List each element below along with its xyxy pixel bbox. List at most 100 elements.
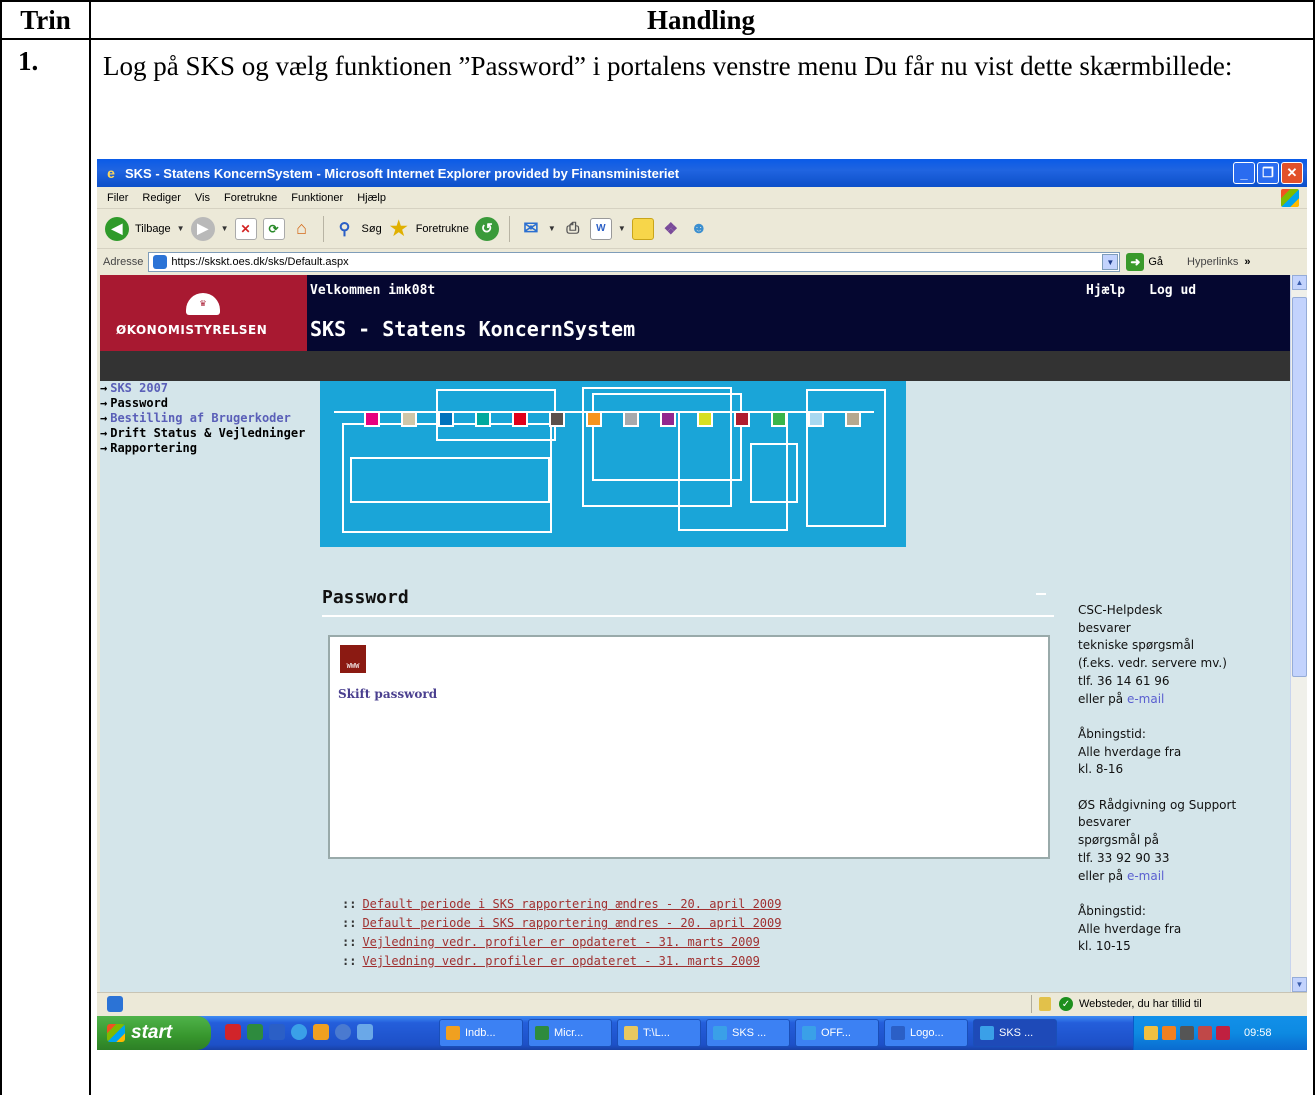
banner-square — [438, 411, 454, 427]
address-value[interactable]: https://skskt.oes.dk/sks/Default.aspx — [171, 256, 348, 268]
excel-icon[interactable] — [247, 1024, 263, 1040]
links-chevron-icon[interactable]: » — [1244, 256, 1250, 268]
csc-email-link[interactable]: e-mail — [1127, 692, 1164, 706]
outlook-tray-icon[interactable] — [1162, 1026, 1176, 1040]
go-arrow-icon[interactable]: ➜ — [1126, 253, 1145, 271]
trusted-zone-icon: ✓ — [1059, 997, 1073, 1011]
favorites-button-label[interactable]: Foretrukne — [416, 223, 469, 235]
news-link[interactable]: Vejledning vedr. profiler er opdateret -… — [362, 935, 759, 949]
nav-item-rapportering[interactable]: Rapportering — [100, 441, 320, 456]
section-divider — [322, 615, 1054, 617]
menu-rediger[interactable]: Rediger — [142, 192, 181, 204]
mail-icon[interactable]: ✉ — [520, 218, 542, 240]
help-link[interactable]: Hjælp — [1086, 283, 1125, 298]
messenger-icon[interactable]: ☻ — [688, 218, 710, 240]
forward-arrow-icon[interactable]: ▶ — [190, 216, 215, 241]
vertical-scrollbar[interactable]: ▲ ▼ — [1290, 275, 1307, 992]
go-button-label[interactable]: Gå — [1148, 256, 1163, 268]
news-link[interactable]: Vejledning vedr. profiler er opdateret -… — [362, 954, 759, 968]
logout-link[interactable]: Log ud — [1149, 283, 1196, 298]
search-icon[interactable]: ⚲ — [334, 218, 356, 240]
banner-square — [364, 411, 380, 427]
os-email-link[interactable]: e-mail — [1127, 869, 1164, 883]
maximize-button[interactable]: ❐ — [1257, 162, 1279, 184]
info-line: Åbningstid: — [1078, 726, 1146, 741]
taskbar-item[interactable]: Micr... — [528, 1019, 612, 1047]
news-marker: :: — [342, 897, 357, 911]
search-button-label[interactable]: Søg — [362, 223, 382, 235]
lock-icon[interactable] — [1039, 997, 1051, 1011]
start-button[interactable]: start — [97, 1016, 211, 1050]
news-marker: :: — [342, 954, 357, 968]
close-button[interactable]: ✕ — [1281, 162, 1303, 184]
mail-dropdown-icon[interactable]: ▼ — [548, 224, 556, 233]
taskbar-item[interactable]: Logo... — [884, 1019, 968, 1047]
folder-icon — [624, 1026, 638, 1040]
links-toolbar-label[interactable]: Hyperlinks — [1187, 256, 1238, 268]
nav-item-drift-status[interactable]: Drift Status & Vejledninger — [100, 426, 320, 441]
history-icon[interactable]: ↺ — [474, 216, 499, 241]
desktop-icon[interactable] — [357, 1024, 373, 1040]
windows-logo-icon — [1281, 189, 1299, 207]
change-password-link[interactable]: Skift password — [338, 687, 437, 701]
logo-text: ØKONOMISTYRELSEN — [116, 323, 268, 337]
mail-tray-icon[interactable] — [1144, 1026, 1158, 1040]
column-header-trin: Trin — [0, 0, 91, 40]
password-www-icon[interactable]: WWW — [340, 645, 366, 673]
address-input[interactable]: https://skskt.oes.dk/sks/Default.aspx ▼ — [148, 252, 1121, 272]
print-icon[interactable]: ⎙ — [562, 218, 584, 240]
news-marker: :: — [342, 935, 357, 949]
collapse-icon[interactable] — [1036, 593, 1046, 595]
minimize-button[interactable]: _ — [1233, 162, 1255, 184]
nav-item-sks-2007[interactable]: SKS 2007 — [100, 381, 320, 396]
forward-dropdown-icon[interactable]: ▼ — [221, 224, 229, 233]
site-header: ♛ ØKONOMISTYRELSEN Velkommen imk08t Hjæl… — [100, 275, 1290, 351]
menu-filer[interactable]: Filer — [107, 192, 128, 204]
scroll-thumb[interactable] — [1292, 297, 1307, 677]
volume-icon[interactable] — [1180, 1026, 1194, 1040]
taskbar-item[interactable]: Indb... — [439, 1019, 523, 1047]
taskbar-item[interactable]: SKS ... — [706, 1019, 790, 1047]
scroll-up-icon[interactable]: ▲ — [1292, 275, 1307, 290]
site-logo[interactable]: ♛ ØKONOMISTYRELSEN — [100, 275, 307, 351]
word-edit-icon[interactable]: W — [589, 217, 612, 240]
outlook-icon[interactable] — [313, 1024, 329, 1040]
edit-dropdown-icon[interactable]: ▼ — [618, 224, 626, 233]
stop-icon[interactable]: ✕ — [234, 217, 257, 240]
scroll-down-icon[interactable]: ▼ — [1292, 977, 1307, 992]
taskbar-item[interactable]: OFF... — [795, 1019, 879, 1047]
toolbar-separator — [322, 215, 324, 242]
network-icon[interactable] — [1198, 1026, 1212, 1040]
taskbar-item-active[interactable]: SKS ... — [973, 1019, 1057, 1047]
browser-icon[interactable] — [335, 1024, 351, 1040]
home-icon[interactable]: ⌂ — [291, 218, 313, 240]
news-link[interactable]: Default periode i SKS rapportering ændre… — [362, 916, 781, 930]
taskbar-item[interactable]: T:\L... — [617, 1019, 701, 1047]
nav-item-password[interactable]: Password — [100, 396, 320, 411]
nav-item-bestilling[interactable]: Bestilling af Brugerkoder — [100, 411, 320, 426]
news-link[interactable]: Default periode i SKS rapportering ændre… — [362, 897, 781, 911]
info-line: spørgsmål på — [1078, 833, 1159, 848]
back-button-label[interactable]: Tilbage — [135, 223, 171, 235]
menu-funktioner[interactable]: Funktioner — [291, 192, 343, 204]
antivirus-icon[interactable] — [1216, 1026, 1230, 1040]
refresh-icon[interactable]: ⟳ — [262, 217, 285, 240]
mail-prefix: eller på — [1078, 868, 1127, 883]
back-dropdown-icon[interactable]: ▼ — [177, 224, 185, 233]
ie-icon[interactable] — [291, 1024, 307, 1040]
menu-vis[interactable]: Vis — [195, 192, 210, 204]
security-zone-text[interactable]: Websteder, du har tillid til — [1079, 998, 1202, 1010]
taskbar-item-label: OFF... — [821, 1027, 851, 1039]
menu-hjaelp[interactable]: Hjælp — [357, 192, 386, 204]
note-icon[interactable] — [631, 217, 654, 240]
menu-foretrukne[interactable]: Foretrukne — [224, 192, 277, 204]
research-icon[interactable]: ❖ — [660, 218, 682, 240]
info-line: eller på e-mail — [1078, 868, 1278, 886]
list-item: :: Vejledning vedr. profiler er opdateret… — [342, 933, 781, 952]
back-arrow-icon[interactable]: ◀ — [105, 216, 129, 241]
word-icon[interactable] — [269, 1024, 285, 1040]
favorites-star-icon[interactable]: ★ — [388, 218, 410, 240]
acrobat-icon[interactable] — [225, 1024, 241, 1040]
address-dropdown-icon[interactable]: ▼ — [1102, 254, 1119, 270]
